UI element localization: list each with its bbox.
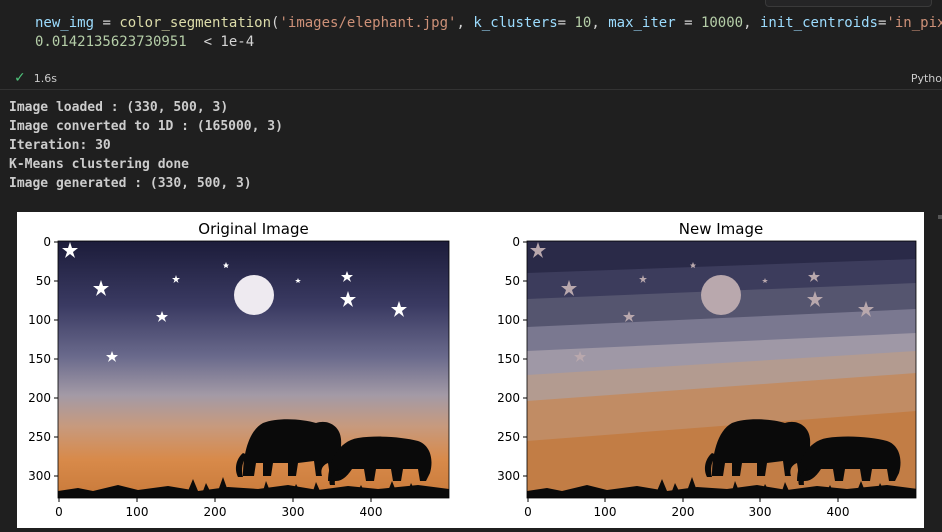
x-tick: 0 (55, 498, 63, 519)
left-y-axis: 0 50 100 150 200 250 300 (28, 235, 58, 483)
kernel-language-label[interactable]: Pytho (911, 72, 942, 85)
code-line-1[interactable]: new_img = color_segmentation('images/ele… (35, 14, 942, 32)
y-tick: 150 (28, 352, 58, 366)
cell-toolbar[interactable] (765, 0, 932, 7)
x-tick: 100 (126, 498, 149, 519)
code-token: 0.0142135623730951 (35, 34, 187, 50)
code-token: 'in_pixels (886, 15, 942, 31)
code-token: , (456, 15, 474, 31)
code-cell[interactable]: new_img = color_segmentation('images/ele… (0, 0, 942, 90)
y-tick-label: 150 (497, 352, 520, 366)
code-token: = (94, 15, 120, 31)
y-tick: 50 (36, 274, 58, 288)
y-tick: 0 (512, 235, 527, 249)
code-token: = (675, 15, 701, 31)
y-tick-label: 50 (505, 274, 520, 288)
output-line: Image converted to 1D : (165000, 3) (9, 119, 283, 134)
y-tick-label: 300 (28, 469, 51, 483)
execution-time: 1.6s (33, 71, 57, 85)
output-line: Image generated : (330, 500, 3) (9, 176, 252, 191)
output-line: K-Means clustering done (9, 157, 190, 172)
scrollbar-marker[interactable] (938, 215, 942, 219)
code-token: , (591, 15, 609, 31)
x-tick: 200 (204, 498, 227, 519)
right-x-axis: 0 100 200 300 400 (524, 498, 849, 519)
check-icon: ✓ (14, 70, 26, 86)
x-tick-label: 0 (524, 505, 532, 519)
y-tick: 250 (497, 430, 527, 444)
code-token: 'images/elephant.jpg' (279, 15, 457, 31)
x-tick-label: 100 (126, 505, 149, 519)
x-tick-label: 300 (749, 505, 772, 519)
x-tick: 400 (827, 498, 850, 519)
code-token: < 1e-4 (186, 34, 255, 50)
output-text: Image loaded : (330, 500, 3) Image conver… (9, 98, 283, 193)
output-line: Iteration: 30 (9, 138, 111, 153)
y-tick-label: 100 (497, 313, 520, 327)
y-tick: 300 (497, 469, 527, 483)
x-tick: 100 (594, 498, 617, 519)
y-tick: 50 (505, 274, 527, 288)
original-image (58, 241, 449, 498)
x-tick: 400 (360, 498, 383, 519)
right-y-axis: 0 50 100 150 200 250 300 (497, 235, 527, 483)
x-tick: 300 (749, 498, 772, 519)
code-token: = (557, 15, 575, 31)
right-subplot-title: New Image (679, 220, 763, 238)
segmented-image (527, 241, 916, 498)
x-tick-label: 100 (594, 505, 617, 519)
code-token: init_centroids (759, 15, 878, 31)
y-tick-label: 0 (43, 235, 51, 249)
y-tick: 200 (28, 391, 58, 405)
x-tick-label: 400 (827, 505, 850, 519)
y-tick-label: 0 (512, 235, 520, 249)
y-tick: 200 (497, 391, 527, 405)
y-tick-label: 150 (28, 352, 51, 366)
y-tick: 0 (43, 235, 58, 249)
code-token: 10 (574, 15, 592, 31)
code-token: k_clusters (473, 15, 558, 31)
y-tick: 100 (28, 313, 58, 327)
code-token: 10000 (700, 15, 744, 31)
left-subplot-title: Original Image (198, 220, 308, 238)
y-tick-label: 300 (497, 469, 520, 483)
execution-status: ✓ 1.6s (14, 70, 57, 86)
x-tick-label: 300 (282, 505, 305, 519)
y-tick-label: 100 (28, 313, 51, 327)
x-tick: 200 (672, 498, 695, 519)
y-tick: 100 (497, 313, 527, 327)
code-token: color_segmentation (119, 15, 272, 31)
y-tick-label: 250 (28, 430, 51, 444)
y-tick-label: 50 (36, 274, 51, 288)
x-tick-label: 200 (204, 505, 227, 519)
output-line: Image loaded : (330, 500, 3) (9, 100, 229, 115)
y-tick: 150 (497, 352, 527, 366)
y-tick: 300 (28, 469, 58, 483)
matplotlib-figure: Original Image 0 50 100 150 200 250 300 … (17, 212, 924, 528)
code-token: max_iter (608, 15, 676, 31)
y-tick-label: 250 (497, 430, 520, 444)
code-token: , (743, 15, 760, 31)
x-tick-label: 200 (672, 505, 695, 519)
x-tick: 300 (282, 498, 305, 519)
x-tick: 0 (524, 498, 532, 519)
y-tick-label: 200 (28, 391, 51, 405)
x-tick-label: 0 (55, 505, 63, 519)
code-token: new_img (35, 15, 95, 31)
y-tick: 250 (28, 430, 58, 444)
x-tick-label: 400 (360, 505, 383, 519)
code-line-2[interactable]: 0.0142135623730951 < 1e-4 (35, 33, 254, 51)
left-x-axis: 0 100 200 300 400 (55, 498, 382, 519)
y-tick-label: 200 (497, 391, 520, 405)
